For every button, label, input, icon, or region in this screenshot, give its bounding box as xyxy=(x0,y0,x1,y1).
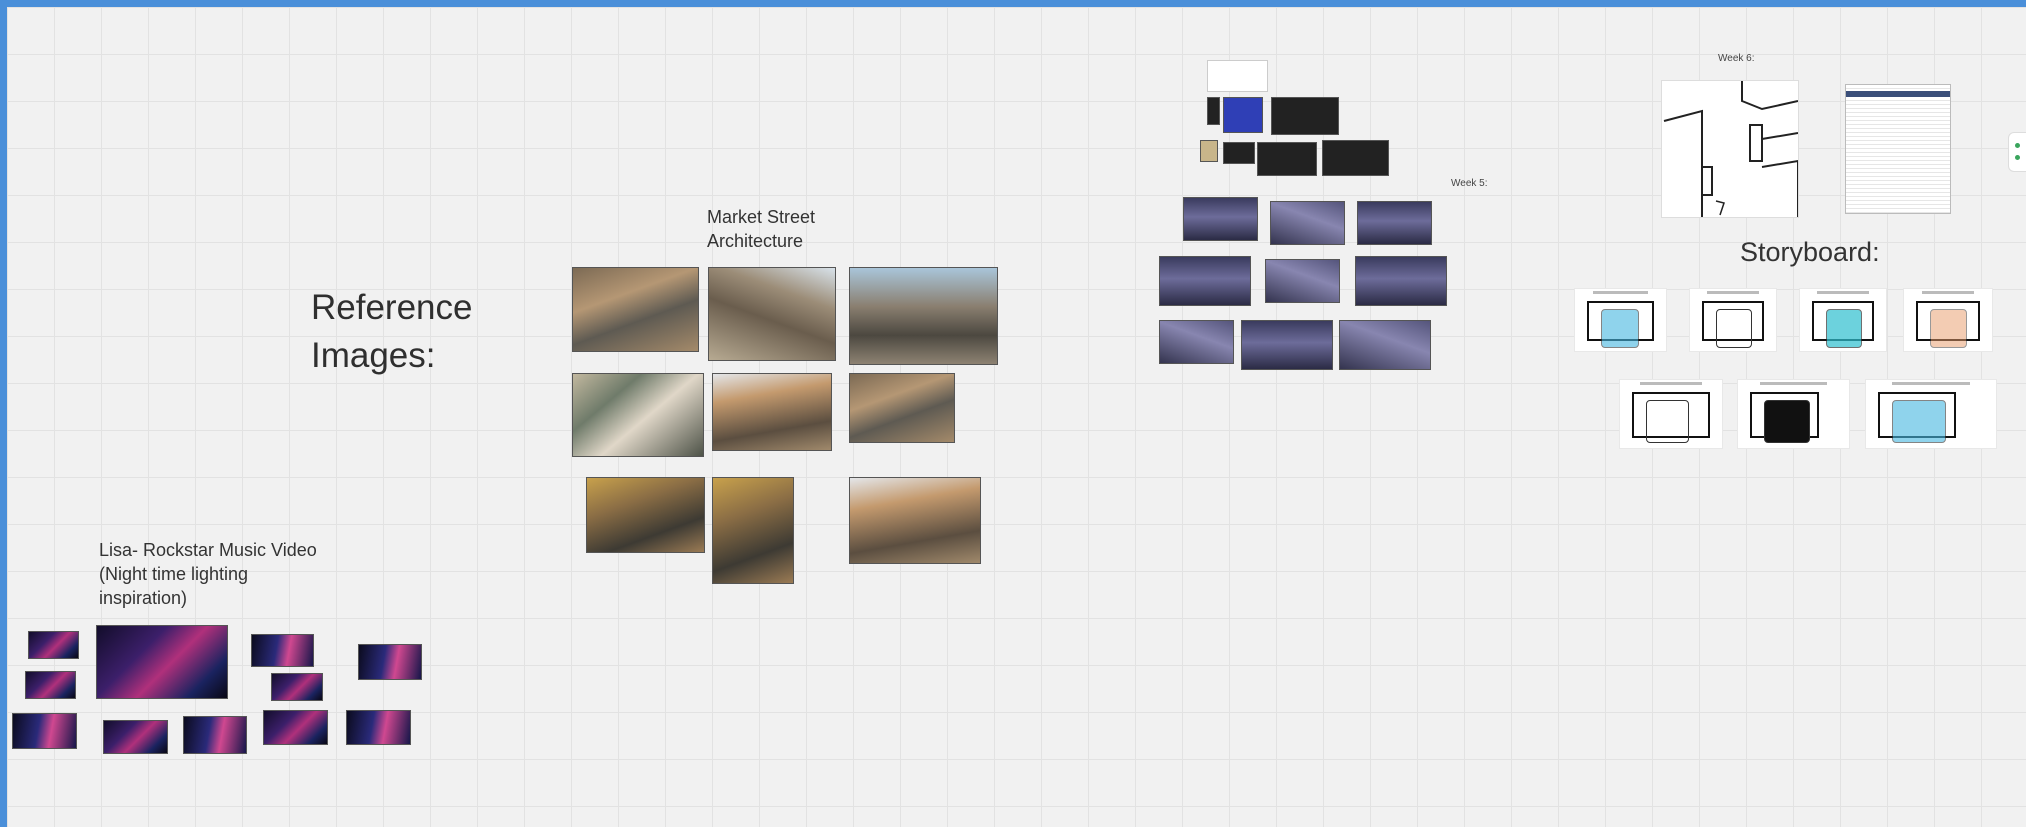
week5-render[interactable] xyxy=(1207,97,1220,125)
week5-render[interactable] xyxy=(1355,256,1447,306)
week5-render[interactable] xyxy=(1159,320,1234,364)
sketch-lines xyxy=(1663,81,1799,217)
week5-label[interactable]: Week 5: xyxy=(1451,178,1488,189)
reference-photo[interactable] xyxy=(572,267,699,352)
reference-photo[interactable] xyxy=(712,373,832,451)
reference-photo[interactable] xyxy=(572,373,704,457)
reference-photo[interactable] xyxy=(849,267,998,365)
week5-render[interactable] xyxy=(1200,140,1218,162)
status-dot-icon xyxy=(2015,155,2020,160)
week5-render[interactable] xyxy=(1322,140,1389,176)
storyboard-title[interactable]: Storyboard: xyxy=(1740,237,1880,268)
night-lighting-photo[interactable] xyxy=(28,631,79,659)
week5-render[interactable] xyxy=(1257,142,1317,176)
side-panel-toggle[interactable] xyxy=(2008,132,2026,172)
reference-photo[interactable] xyxy=(712,477,794,584)
reference-photo[interactable] xyxy=(849,477,981,564)
canvas-left-border xyxy=(0,0,7,827)
reference-images-title[interactable]: Reference Images: xyxy=(311,284,472,380)
reference-photo[interactable] xyxy=(849,373,955,443)
spreadsheet-header xyxy=(1846,91,1950,97)
storyboard-panel[interactable] xyxy=(1738,380,1849,448)
week6-spreadsheet[interactable] xyxy=(1845,84,1951,214)
night-lighting-photo[interactable] xyxy=(358,644,422,680)
night-lighting-photo[interactable] xyxy=(183,716,247,754)
night-lighting-photo[interactable] xyxy=(263,710,328,745)
week6-label[interactable]: Week 6: xyxy=(1718,53,1755,64)
status-dot-icon xyxy=(2015,143,2020,148)
night-lighting-photo[interactable] xyxy=(12,713,77,749)
week5-render[interactable] xyxy=(1265,259,1340,303)
week5-render[interactable] xyxy=(1271,97,1339,135)
night-lighting-photo[interactable] xyxy=(25,671,76,699)
week6-sketch[interactable] xyxy=(1661,80,1799,218)
week5-render[interactable] xyxy=(1183,197,1258,241)
week5-render[interactable] xyxy=(1339,320,1431,370)
night-lighting-photo[interactable] xyxy=(96,625,228,699)
storyboard-panel[interactable] xyxy=(1575,289,1666,351)
reference-photo[interactable] xyxy=(708,267,836,361)
week5-render[interactable] xyxy=(1223,97,1263,133)
storyboard-panel[interactable] xyxy=(1620,380,1722,448)
week5-render[interactable] xyxy=(1159,256,1251,306)
storyboard-panel[interactable] xyxy=(1800,289,1886,351)
week5-render[interactable] xyxy=(1241,320,1333,370)
night-lighting-photo[interactable] xyxy=(103,720,168,754)
canvas-top-border xyxy=(0,0,2026,7)
storyboard-panel[interactable] xyxy=(1904,289,1992,351)
market-street-title[interactable]: Market Street Architecture xyxy=(707,205,815,253)
night-lighting-photo[interactable] xyxy=(271,673,323,701)
week5-render[interactable] xyxy=(1357,201,1432,245)
week5-render[interactable] xyxy=(1223,142,1255,164)
week5-render[interactable] xyxy=(1270,201,1345,245)
night-lighting-photo[interactable] xyxy=(251,634,314,667)
lisa-music-video-title[interactable]: Lisa- Rockstar Music Video (Night time l… xyxy=(99,538,317,610)
storyboard-panel[interactable] xyxy=(1690,289,1776,351)
week5-chart-thumbnail[interactable] xyxy=(1207,60,1268,92)
storyboard-panel[interactable] xyxy=(1866,380,1996,448)
reference-photo[interactable] xyxy=(586,477,705,553)
night-lighting-photo[interactable] xyxy=(346,710,411,745)
